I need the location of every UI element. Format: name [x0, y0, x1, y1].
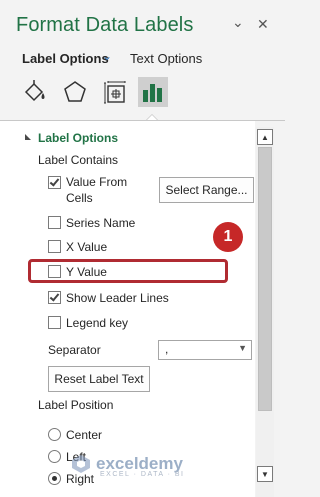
value-from-cells-label-2: Cells [66, 191, 93, 205]
label-position-heading: Label Position [38, 398, 114, 412]
legend-key-label: Legend key [66, 316, 129, 330]
watermark-tagline: EXCEL · DATA · BI [100, 471, 185, 478]
collapse-triangle-icon[interactable] [25, 134, 31, 140]
pane-options-dropdown[interactable]: ⌄ [232, 14, 244, 31]
show-leader-lines-label: Show Leader Lines [66, 291, 169, 305]
label-contains-heading: Label Contains [38, 153, 119, 167]
x-value-checkbox[interactable] [48, 240, 61, 253]
exceldemy-watermark: exceldemy EXCEL · DATA · BI [70, 451, 185, 478]
position-right-radio[interactable] [48, 472, 61, 485]
chevron-down-icon: ▼ [238, 343, 247, 353]
scroll-down-arrow-icon[interactable]: ▼ [257, 466, 273, 482]
position-left-radio[interactable] [48, 450, 61, 463]
position-center-label: Center [66, 428, 103, 442]
fill-line-icon[interactable] [20, 77, 50, 107]
chevron-down-icon[interactable]: ⌄ [102, 49, 112, 63]
separator-value: , [165, 342, 169, 356]
reset-label-text-button[interactable]: Reset Label Text [48, 366, 150, 392]
section-label-options[interactable]: Label Options [38, 131, 118, 145]
position-center-radio[interactable] [48, 428, 61, 441]
value-from-cells-label: Value From [66, 175, 128, 189]
select-range-button[interactable]: Select Range... [159, 177, 254, 203]
legend-key-checkbox[interactable] [48, 316, 61, 329]
tab-text-options[interactable]: Text Options [130, 51, 202, 66]
label-options-bar-chart-icon[interactable] [138, 77, 168, 107]
size-properties-icon[interactable] [100, 77, 130, 107]
x-value-label: X Value [66, 240, 108, 254]
format-data-labels-pane: Format Data Labels ⌄ ✕ Label Options ⌄ T… [0, 0, 285, 497]
vertical-scrollbar[interactable]: ▲ ▼ [256, 127, 274, 497]
scrollbar-thumb[interactable] [258, 147, 272, 411]
selected-tab-notch-fill [147, 115, 157, 120]
separator-label: Separator [48, 343, 101, 357]
effects-pentagon-icon[interactable] [60, 77, 90, 107]
scroll-up-arrow-icon[interactable]: ▲ [257, 129, 273, 145]
separator-dropdown[interactable]: , ▼ [158, 340, 252, 360]
show-leader-lines-checkbox[interactable] [48, 291, 61, 304]
value-from-cells-checkbox[interactable] [48, 176, 61, 189]
y-value-highlight-box [28, 259, 228, 283]
series-name-checkbox[interactable] [48, 216, 61, 229]
tab-label-options[interactable]: Label Options [22, 51, 109, 66]
pane-title: Format Data Labels [16, 14, 194, 36]
exceldemy-logo-icon [72, 455, 90, 473]
series-name-label: Series Name [66, 216, 136, 230]
close-icon[interactable]: ✕ [257, 16, 269, 33]
step-number-badge: 1 [213, 222, 243, 252]
